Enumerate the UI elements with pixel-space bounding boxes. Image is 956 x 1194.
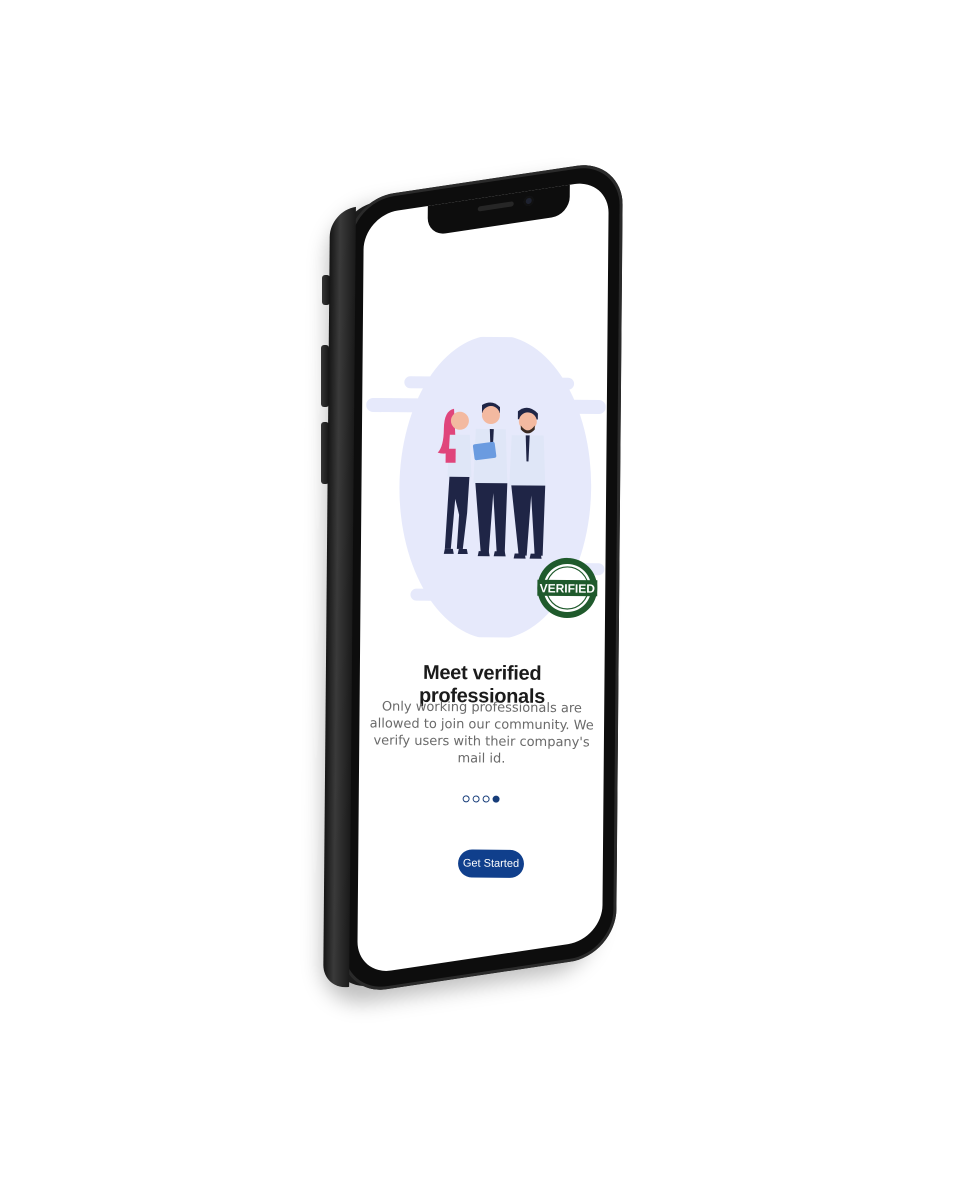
phone-screen: VERIFIED Meet verified professionals Onl… xyxy=(357,178,609,976)
get-started-button[interactable]: Get Started xyxy=(457,849,525,879)
page-dot-2[interactable] xyxy=(472,795,480,803)
front-camera xyxy=(523,195,534,207)
slide-description: Only working professionals are allowed t… xyxy=(369,699,594,767)
stamp-label: VERIFIED xyxy=(540,581,596,596)
page-dot-1[interactable] xyxy=(462,795,470,803)
page-dot-4-active[interactable] xyxy=(492,795,500,803)
three-professionals-illustration: VERIFIED xyxy=(366,335,606,639)
onboarding-slide: VERIFIED Meet verified professionals Onl… xyxy=(357,216,608,976)
page-dot-3[interactable] xyxy=(482,795,490,803)
speaker-grille xyxy=(477,201,514,212)
verified-stamp-icon: VERIFIED xyxy=(537,557,598,619)
page-indicator xyxy=(359,794,604,803)
mockup-stage: VERIFIED Meet verified professionals Onl… xyxy=(0,0,956,1194)
phone-frame: VERIFIED Meet verified professionals Onl… xyxy=(341,158,623,997)
